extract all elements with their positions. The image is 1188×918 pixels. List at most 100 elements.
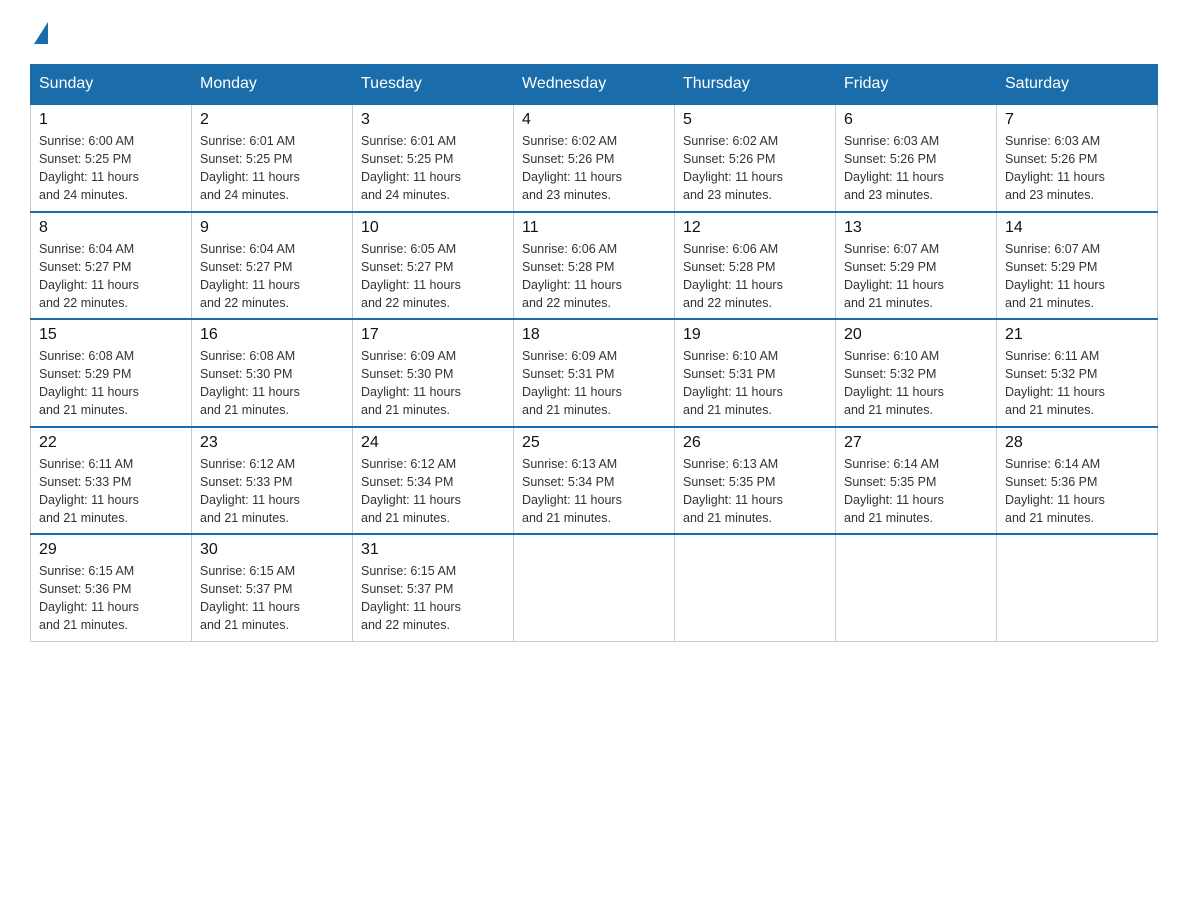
- weekday-header-sunday: Sunday: [31, 65, 192, 105]
- day-info: Sunrise: 6:02 AMSunset: 5:26 PMDaylight:…: [683, 132, 827, 205]
- calendar-day-cell: 22 Sunrise: 6:11 AMSunset: 5:33 PMDayligh…: [31, 427, 192, 535]
- calendar-day-cell: 12Sunrise: 6:06 AMSunset: 5:28 PMDayligh…: [675, 212, 836, 320]
- calendar-day-cell: 27 Sunrise: 6:14 AMSunset: 5:35 PMDayligh…: [836, 427, 997, 535]
- calendar-day-cell: 20 Sunrise: 6:10 AMSunset: 5:32 PMDayligh…: [836, 319, 997, 427]
- day-info: Sunrise: 6:14 AMSunset: 5:36 PMDaylight:…: [1005, 455, 1149, 528]
- day-info: Sunrise: 6:10 AMSunset: 5:31 PMDaylight:…: [683, 347, 827, 420]
- day-info: Sunrise: 6:08 AMSunset: 5:29 PMDaylight:…: [39, 347, 183, 420]
- calendar-day-cell: 25Sunrise: 6:13 AMSunset: 5:34 PMDayligh…: [514, 427, 675, 535]
- day-number: 28: [1005, 434, 1149, 452]
- calendar-day-cell: 13Sunrise: 6:07 AMSunset: 5:29 PMDayligh…: [836, 212, 997, 320]
- calendar-week-row: 8 Sunrise: 6:04 AMSunset: 5:27 PMDaylight…: [31, 212, 1158, 320]
- day-info: Sunrise: 6:11 AMSunset: 5:32 PMDaylight:…: [1005, 347, 1149, 420]
- calendar-day-cell: 21 Sunrise: 6:11 AMSunset: 5:32 PMDayligh…: [997, 319, 1158, 427]
- day-info: Sunrise: 6:12 AMSunset: 5:33 PMDaylight:…: [200, 455, 344, 528]
- day-number: 14: [1005, 219, 1149, 237]
- weekday-header-friday: Friday: [836, 65, 997, 105]
- day-info: Sunrise: 6:15 AMSunset: 5:37 PMDaylight:…: [361, 562, 505, 635]
- day-number: 4: [522, 111, 666, 129]
- calendar-day-cell: [675, 534, 836, 641]
- day-number: 24: [361, 434, 505, 452]
- calendar-day-cell: 6Sunrise: 6:03 AMSunset: 5:26 PMDaylight…: [836, 104, 997, 212]
- day-info: Sunrise: 6:11 AMSunset: 5:33 PMDaylight:…: [39, 455, 183, 528]
- day-info: Sunrise: 6:13 AMSunset: 5:35 PMDaylight:…: [683, 455, 827, 528]
- calendar-day-cell: 5 Sunrise: 6:02 AMSunset: 5:26 PMDaylight…: [675, 104, 836, 212]
- day-info: Sunrise: 6:04 AMSunset: 5:27 PMDaylight:…: [39, 240, 183, 313]
- day-number: 26: [683, 434, 827, 452]
- calendar-day-cell: 31Sunrise: 6:15 AMSunset: 5:37 PMDayligh…: [353, 534, 514, 641]
- day-info: Sunrise: 6:00 AMSunset: 5:25 PMDaylight:…: [39, 132, 183, 205]
- day-info: Sunrise: 6:14 AMSunset: 5:35 PMDaylight:…: [844, 455, 988, 528]
- day-number: 5: [683, 111, 827, 129]
- day-number: 10: [361, 219, 505, 237]
- day-info: Sunrise: 6:03 AMSunset: 5:26 PMDaylight:…: [844, 132, 988, 205]
- day-info: Sunrise: 6:09 AMSunset: 5:30 PMDaylight:…: [361, 347, 505, 420]
- calendar-day-cell: 14 Sunrise: 6:07 AMSunset: 5:29 PMDayligh…: [997, 212, 1158, 320]
- calendar-day-cell: 24 Sunrise: 6:12 AMSunset: 5:34 PMDayligh…: [353, 427, 514, 535]
- calendar-week-row: 15 Sunrise: 6:08 AMSunset: 5:29 PMDayligh…: [31, 319, 1158, 427]
- weekday-header-row: SundayMondayTuesdayWednesdayThursdayFrid…: [31, 65, 1158, 105]
- day-number: 21: [1005, 326, 1149, 344]
- day-number: 30: [200, 541, 344, 559]
- calendar-day-cell: 16 Sunrise: 6:08 AMSunset: 5:30 PMDayligh…: [192, 319, 353, 427]
- calendar-day-cell: 17Sunrise: 6:09 AMSunset: 5:30 PMDayligh…: [353, 319, 514, 427]
- calendar-day-cell: 7Sunrise: 6:03 AMSunset: 5:26 PMDaylight…: [997, 104, 1158, 212]
- calendar-day-cell: 3 Sunrise: 6:01 AMSunset: 5:25 PMDaylight…: [353, 104, 514, 212]
- calendar-day-cell: 29 Sunrise: 6:15 AMSunset: 5:36 PMDayligh…: [31, 534, 192, 641]
- calendar-week-row: 22 Sunrise: 6:11 AMSunset: 5:33 PMDayligh…: [31, 427, 1158, 535]
- logo: [30, 20, 48, 44]
- calendar-day-cell: 8 Sunrise: 6:04 AMSunset: 5:27 PMDaylight…: [31, 212, 192, 320]
- calendar-day-cell: 26 Sunrise: 6:13 AMSunset: 5:35 PMDayligh…: [675, 427, 836, 535]
- calendar-day-cell: 18 Sunrise: 6:09 AMSunset: 5:31 PMDayligh…: [514, 319, 675, 427]
- day-info: Sunrise: 6:01 AMSunset: 5:25 PMDaylight:…: [361, 132, 505, 205]
- calendar-day-cell: 9Sunrise: 6:04 AMSunset: 5:27 PMDaylight…: [192, 212, 353, 320]
- day-number: 15: [39, 326, 183, 344]
- day-number: 27: [844, 434, 988, 452]
- day-number: 18: [522, 326, 666, 344]
- day-info: Sunrise: 6:15 AMSunset: 5:36 PMDaylight:…: [39, 562, 183, 635]
- day-number: 12: [683, 219, 827, 237]
- day-number: 16: [200, 326, 344, 344]
- calendar-day-cell: [836, 534, 997, 641]
- calendar-day-cell: 2Sunrise: 6:01 AMSunset: 5:25 PMDaylight…: [192, 104, 353, 212]
- day-number: 3: [361, 111, 505, 129]
- day-info: Sunrise: 6:10 AMSunset: 5:32 PMDaylight:…: [844, 347, 988, 420]
- calendar-table: SundayMondayTuesdayWednesdayThursdayFrid…: [30, 64, 1158, 642]
- day-info: Sunrise: 6:02 AMSunset: 5:26 PMDaylight:…: [522, 132, 666, 205]
- calendar-week-row: 29 Sunrise: 6:15 AMSunset: 5:36 PMDayligh…: [31, 534, 1158, 641]
- day-info: Sunrise: 6:06 AMSunset: 5:28 PMDaylight:…: [522, 240, 666, 313]
- weekday-header-thursday: Thursday: [675, 65, 836, 105]
- calendar-day-cell: 15 Sunrise: 6:08 AMSunset: 5:29 PMDayligh…: [31, 319, 192, 427]
- weekday-header-wednesday: Wednesday: [514, 65, 675, 105]
- day-number: 1: [39, 111, 183, 129]
- day-number: 23: [200, 434, 344, 452]
- calendar-day-cell: 28 Sunrise: 6:14 AMSunset: 5:36 PMDayligh…: [997, 427, 1158, 535]
- page-header: [30, 20, 1158, 44]
- calendar-day-cell: 23 Sunrise: 6:12 AMSunset: 5:33 PMDayligh…: [192, 427, 353, 535]
- calendar-day-cell: [514, 534, 675, 641]
- day-number: 2: [200, 111, 344, 129]
- day-number: 29: [39, 541, 183, 559]
- day-number: 22: [39, 434, 183, 452]
- day-info: Sunrise: 6:03 AMSunset: 5:26 PMDaylight:…: [1005, 132, 1149, 205]
- day-info: Sunrise: 6:04 AMSunset: 5:27 PMDaylight:…: [200, 240, 344, 313]
- calendar-day-cell: 1 Sunrise: 6:00 AMSunset: 5:25 PMDaylight…: [31, 104, 192, 212]
- day-number: 11: [522, 219, 666, 237]
- day-number: 19: [683, 326, 827, 344]
- day-info: Sunrise: 6:05 AMSunset: 5:27 PMDaylight:…: [361, 240, 505, 313]
- logo-triangle-icon: [34, 22, 48, 44]
- calendar-day-cell: [997, 534, 1158, 641]
- day-number: 8: [39, 219, 183, 237]
- calendar-day-cell: 10 Sunrise: 6:05 AMSunset: 5:27 PMDayligh…: [353, 212, 514, 320]
- calendar-day-cell: 30Sunrise: 6:15 AMSunset: 5:37 PMDayligh…: [192, 534, 353, 641]
- day-info: Sunrise: 6:08 AMSunset: 5:30 PMDaylight:…: [200, 347, 344, 420]
- day-info: Sunrise: 6:07 AMSunset: 5:29 PMDaylight:…: [1005, 240, 1149, 313]
- day-number: 25: [522, 434, 666, 452]
- day-number: 20: [844, 326, 988, 344]
- day-number: 13: [844, 219, 988, 237]
- calendar-day-cell: 11 Sunrise: 6:06 AMSunset: 5:28 PMDayligh…: [514, 212, 675, 320]
- calendar-day-cell: 4 Sunrise: 6:02 AMSunset: 5:26 PMDaylight…: [514, 104, 675, 212]
- calendar-week-row: 1 Sunrise: 6:00 AMSunset: 5:25 PMDaylight…: [31, 104, 1158, 212]
- day-info: Sunrise: 6:09 AMSunset: 5:31 PMDaylight:…: [522, 347, 666, 420]
- day-info: Sunrise: 6:12 AMSunset: 5:34 PMDaylight:…: [361, 455, 505, 528]
